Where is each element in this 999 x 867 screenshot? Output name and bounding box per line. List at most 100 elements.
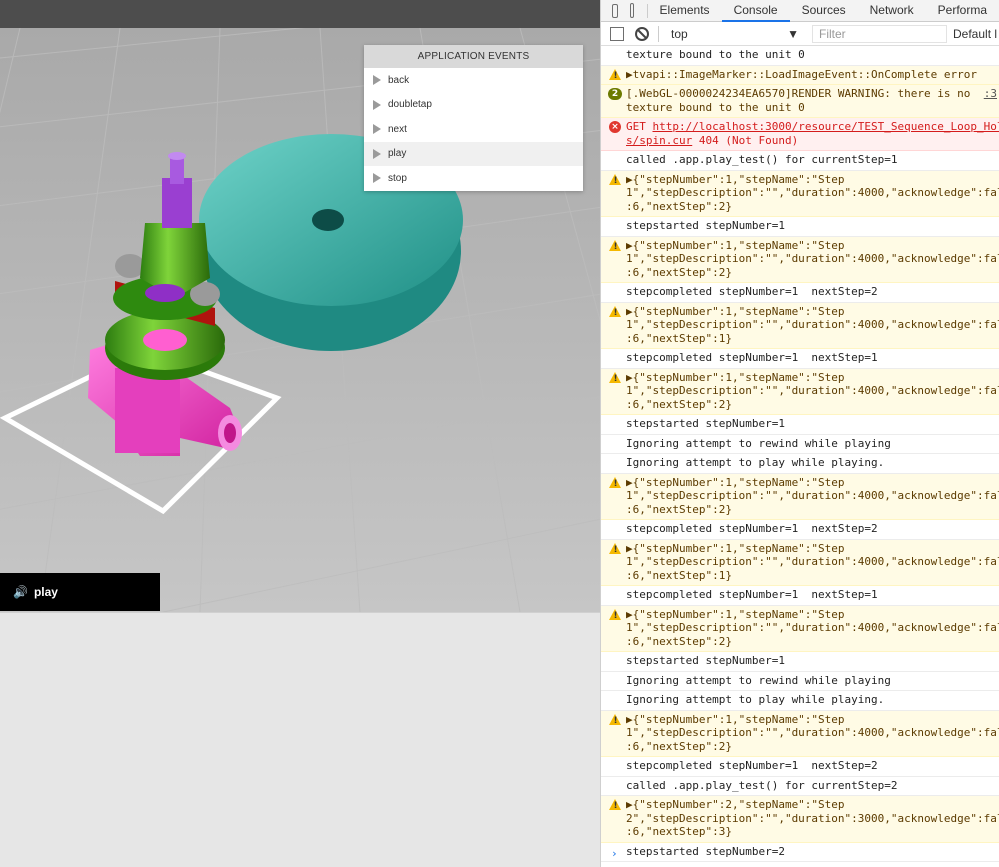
event-item-play[interactable]: play	[364, 141, 583, 166]
warning-icon	[609, 799, 621, 814]
console-line-text: stepstarted stepNumber=1	[626, 219, 785, 232]
log-levels-dropdown[interactable]: Default l	[953, 27, 997, 41]
console-line-text: ▶{"stepNumber":2,"stepName":"Step 2","st…	[626, 798, 999, 838]
event-item-next[interactable]: next	[364, 117, 583, 142]
console-source-link[interactable]: :3	[984, 87, 997, 101]
speaker-icon: 🔊	[13, 585, 28, 599]
repeat-count-badge: 2	[608, 88, 622, 100]
warning-icon	[609, 305, 621, 320]
tab-performance[interactable]: Performa	[926, 0, 999, 22]
tab-network[interactable]: Network	[858, 0, 926, 22]
device-toolbar-icon[interactable]	[629, 3, 635, 18]
console-line-text: stepcompleted stepNumber=1 nextStep=1	[626, 588, 878, 601]
console-log-line: stepcompleted stepNumber=1 nextStep=2	[601, 520, 999, 540]
console-warn-line: ▶{"stepNumber":1,"stepName":"Step 1","st…	[601, 605, 999, 652]
warning-icon	[609, 239, 621, 254]
viewport-empty-area	[0, 612, 600, 867]
toolbar-divider	[658, 25, 659, 42]
application-events-panel: APPLICATION EVENTS back doubletap next p…	[364, 45, 583, 191]
console-toolbar: top ▼ Filter Default l	[601, 22, 999, 46]
console-log-line: stepcompleted stepNumber=1 nextStep=2	[601, 283, 999, 303]
play-chip-label: play	[33, 585, 58, 599]
app-root: APPLICATION EVENTS back doubletap next p…	[0, 0, 999, 867]
play-triangle-icon	[373, 148, 381, 159]
console-warn-line: ▶{"stepNumber":1,"stepName":"Step 1","st…	[601, 302, 999, 349]
events-panel-header: APPLICATION EVENTS	[364, 45, 583, 68]
console-line-text: ▶{"stepNumber":1,"stepName":"Step 1","st…	[626, 370, 999, 411]
viewport-pane: APPLICATION EVENTS back doubletap next p…	[0, 0, 600, 867]
console-line-text: stepcompleted stepNumber=1 nextStep=2	[626, 759, 878, 772]
tab-console[interactable]: Console	[721, 0, 790, 22]
error-icon: ×	[609, 121, 621, 133]
console-log-line: stepstarted stepNumber=1	[601, 415, 999, 435]
console-line-text: texture bound to the unit 0	[626, 48, 805, 61]
console-log-line: Ignoring attempt to rewind while playing	[601, 672, 999, 691]
console-line-text: Ignoring attempt to rewind while playing	[626, 436, 891, 450]
console-log-line: stepcompleted stepNumber=1 nextStep=1	[601, 586, 999, 606]
console-output: texture bound to the unit 0▶tvapi::Image…	[601, 46, 999, 862]
console-warn-line: ▶{"stepNumber":1,"stepName":"Step 1","st…	[601, 236, 999, 283]
dropdown-arrow-icon: ▼	[787, 26, 799, 41]
console-line-text: ▶{"stepNumber":1,"stepName":"Step 1","st…	[626, 304, 999, 345]
warning-icon	[609, 68, 621, 83]
event-item-doubletap[interactable]: doubletap	[364, 93, 583, 118]
console-line-text: GET	[626, 120, 653, 133]
clear-console-icon[interactable]	[635, 26, 649, 41]
sidebar-toggle-icon[interactable]	[610, 26, 624, 41]
tab-sources[interactable]: Sources	[790, 0, 858, 22]
console-line-text: ▶{"stepNumber":1,"stepName":"Step 1","st…	[626, 172, 999, 213]
console-warn-line: ▶{"stepNumber":1,"stepName":"Step 1","st…	[601, 539, 999, 586]
console-line-text: ▶{"stepNumber":1,"stepName":"Step 1","st…	[626, 712, 999, 753]
play-triangle-icon	[373, 173, 381, 184]
console-warn-line: ▶{"stepNumber":1,"stepName":"Step 1","st…	[601, 170, 999, 217]
console-resource-link[interactable]: http://localhost:3000/resource/TEST_Sequ…	[626, 120, 999, 147]
console-line-text: stepstarted stepNumber=1	[626, 654, 785, 667]
event-item-label: play	[388, 148, 407, 160]
play-triangle-icon	[373, 99, 381, 110]
console-log-line: stepcompleted stepNumber=1 nextStep=1	[601, 349, 999, 369]
console-line-text: [.WebGL-0000024234EA6570]RENDER WARNING:…	[626, 87, 971, 114]
event-item-label: doubletap	[388, 99, 432, 111]
tab-elements[interactable]: Elements	[648, 0, 722, 22]
event-item-back[interactable]: back	[364, 68, 583, 93]
console-line-text: stepcompleted stepNumber=1 nextStep=1	[626, 351, 878, 364]
console-line-text: called .app.play_test() for currentStep=…	[626, 778, 898, 792]
console-warn-line: ▶{"stepNumber":1,"stepName":"Step 1","st…	[601, 710, 999, 757]
console-log-line: texture bound to the unit 0	[601, 46, 999, 66]
context-select[interactable]: top ▼	[664, 27, 806, 41]
play-triangle-icon	[373, 124, 381, 135]
viewport-top-bar	[0, 0, 600, 28]
play-triangle-icon	[373, 75, 381, 86]
console-log-line: stepstarted stepNumber=1	[601, 652, 999, 672]
event-item-stop[interactable]: stop	[364, 166, 583, 191]
console-line-text: called .app.play_test() for currentStep=…	[626, 153, 898, 166]
console-line-text: ▶{"stepNumber":1,"stepName":"Step 1","st…	[626, 238, 999, 279]
console-line-text: Ignoring attempt to play while playing.	[626, 456, 885, 469]
play-status-chip[interactable]: 🔊 play	[0, 573, 160, 611]
console-log-line: stepstarted stepNumber=2	[601, 843, 999, 862]
console-warn-line: ▶{"stepNumber":1,"stepName":"Step 1","st…	[601, 473, 999, 520]
console-log-line: Ignoring attempt to play while playing.	[601, 454, 999, 474]
console-line-text: stepcompleted stepNumber=1 nextStep=2	[626, 285, 878, 298]
console-line-text: ▶{"stepNumber":1,"stepName":"Step 1","st…	[626, 607, 999, 648]
event-item-label: back	[388, 74, 410, 86]
console-log-line: called .app.play_test() for currentStep=…	[601, 151, 999, 171]
console-warn-line: ▶tvapi::ImageMarker::LoadImageEvent::OnC…	[601, 65, 999, 85]
warning-icon	[609, 713, 621, 728]
console-line-text: ▶{"stepNumber":1,"stepName":"Step 1","st…	[626, 475, 999, 516]
devtools-pane: Elements Console Sources Network Perform…	[600, 0, 999, 867]
console-warn-line: ▶{"stepNumber":2,"stepName":"Step 2","st…	[601, 796, 999, 843]
console-log-line: Ignoring attempt to play while playing.	[601, 691, 999, 711]
warning-icon	[609, 476, 621, 491]
console-err-line: × GET http://localhost:3000/resource/TEST…	[601, 118, 999, 151]
console-line-text: Ignoring attempt to rewind while playing	[626, 673, 891, 687]
console-line-text: stepstarted stepNumber=1	[626, 417, 785, 430]
filter-input[interactable]: Filter	[812, 24, 947, 43]
console-warn-line: 2 [.WebGL-0000024234EA6570]RENDER WARNING…	[601, 85, 999, 118]
console-line-text: stepstarted stepNumber=2	[626, 844, 785, 858]
console-prompt[interactable]: ›	[611, 847, 618, 860]
console-line-text: ▶tvapi::ImageMarker::LoadImageEvent::OnC…	[626, 67, 977, 81]
console-warn-line: ▶{"stepNumber":1,"stepName":"Step 1","st…	[601, 368, 999, 415]
console-line-text: Ignoring attempt to play while playing.	[626, 693, 885, 706]
inspect-element-icon[interactable]	[612, 3, 618, 18]
